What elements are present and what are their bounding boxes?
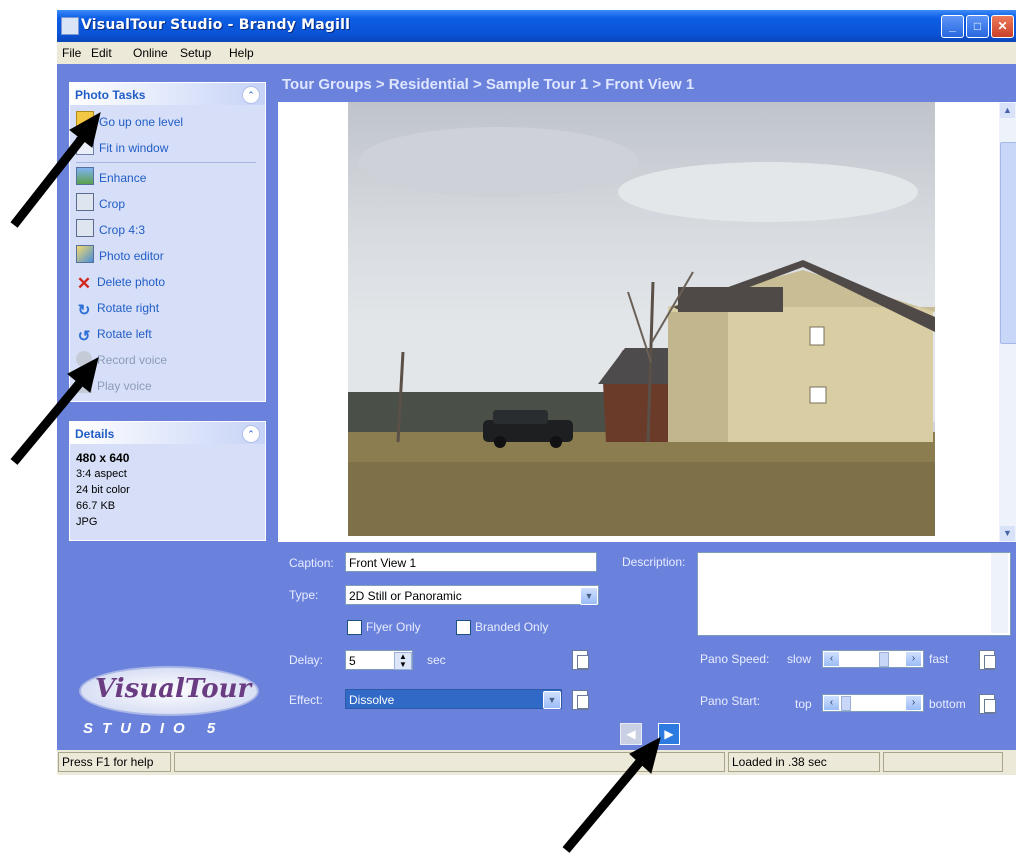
- arrow-go-up-icon: [10, 112, 101, 228]
- annotation-arrows: [10, 112, 661, 853]
- arrow-record-voice-icon: [10, 357, 99, 465]
- arrow-next-button-icon: [562, 737, 661, 853]
